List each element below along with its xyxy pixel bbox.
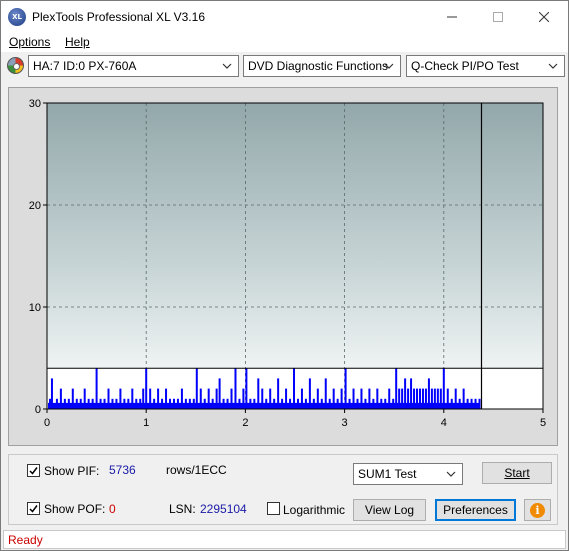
- view-log-button[interactable]: View Log: [353, 499, 426, 521]
- chevron-down-icon: [222, 63, 232, 69]
- lsn-value: 2295104: [200, 502, 247, 516]
- menu-help[interactable]: Help: [65, 35, 90, 49]
- chevron-down-icon: [384, 63, 394, 69]
- minimize-icon: [447, 16, 457, 17]
- menu-help-label: Help: [65, 35, 90, 49]
- maximize-button[interactable]: [475, 1, 521, 32]
- start-button[interactable]: Start: [482, 462, 552, 484]
- close-button[interactable]: [521, 1, 567, 32]
- checkmark-icon: [29, 505, 38, 513]
- show-pof-checkbox[interactable]: [27, 502, 40, 515]
- drive-select-value: HA:7 ID:0 PX-760A: [33, 59, 137, 73]
- chevron-down-icon: [548, 63, 558, 69]
- toolbar: HA:7 ID:0 PX-760A DVD Diagnostic Functio…: [1, 52, 568, 80]
- title-bar[interactable]: XL PlexTools Professional XL V3.16: [1, 1, 568, 32]
- drive-disc-icon: [7, 57, 24, 74]
- status-text: Ready: [8, 533, 43, 547]
- units-label: rows/1ECC: [166, 463, 227, 477]
- maximize-icon: [493, 11, 503, 22]
- plot-area-unscanned: [481, 103, 543, 409]
- show-pif-label: Show PIF:: [44, 464, 100, 478]
- app-window: XL PlexTools Professional XL V3.16 Optio…: [0, 0, 569, 551]
- window-title: PlexTools Professional XL V3.16: [32, 10, 205, 24]
- info-button[interactable]: i: [524, 499, 551, 521]
- minimize-button[interactable]: [429, 1, 475, 32]
- sum-test-select[interactable]: SUM1 Test: [353, 463, 463, 485]
- y-tick-label: 0: [35, 404, 41, 416]
- x-tick-label: 3: [342, 417, 348, 429]
- lower-band-unscanned: [481, 368, 543, 409]
- checkmark-icon: [29, 467, 38, 475]
- function-select-value: DVD Diagnostic Functions: [248, 59, 389, 73]
- x-tick-label: 1: [143, 417, 149, 429]
- x-tick-label: 0: [44, 417, 50, 429]
- y-tick-label: 10: [29, 302, 41, 314]
- status-bar: Ready: [3, 530, 566, 549]
- menu-options-label: Options: [9, 35, 51, 49]
- close-icon: [539, 11, 549, 22]
- data-base-fill: [48, 402, 481, 409]
- pof-value: 0: [109, 502, 116, 516]
- x-tick-label: 5: [540, 417, 546, 429]
- plextools-logo-icon: XL: [8, 8, 26, 26]
- x-tick-label: 4: [441, 417, 447, 429]
- y-tick-label: 20: [29, 200, 41, 212]
- x-tick-label: 2: [242, 417, 248, 429]
- start-button-label: Start: [504, 466, 530, 480]
- sum-test-select-value: SUM1 Test: [358, 467, 417, 481]
- function-select[interactable]: DVD Diagnostic Functions: [243, 55, 401, 77]
- view-log-button-label: View Log: [364, 503, 415, 517]
- lsn-label: LSN:: [169, 502, 196, 516]
- controls-panel: Show PIF: 5736 rows/1ECC SUM1 Test Start…: [8, 454, 558, 525]
- show-pif-checkbox[interactable]: [27, 464, 40, 477]
- chevron-down-icon: [446, 471, 456, 477]
- preferences-button-label: Preferences: [443, 503, 508, 517]
- logarithmic-label: Logarithmic: [283, 503, 346, 517]
- drive-select[interactable]: HA:7 ID:0 PX-760A: [28, 55, 239, 77]
- test-select[interactable]: Q-Check PI/PO Test: [406, 55, 565, 77]
- show-pof-label: Show POF:: [44, 502, 106, 516]
- logarithmic-checkbox[interactable]: [267, 502, 280, 515]
- pif-value: 5736: [109, 463, 136, 477]
- menu-bar: Options Help: [1, 32, 568, 52]
- y-tick-label: 30: [29, 98, 41, 110]
- test-select-value: Q-Check PI/PO Test: [411, 59, 519, 73]
- pi-po-chart: 0 1 2 3 4 5 0 10 20 30: [29, 98, 546, 429]
- plot-area: [47, 103, 482, 409]
- preferences-button[interactable]: Preferences: [435, 499, 516, 521]
- chart-panel: 0 1 2 3 4 5 0 10 20 30: [8, 87, 558, 446]
- info-icon: i: [530, 502, 545, 518]
- menu-options[interactable]: Options: [9, 35, 50, 49]
